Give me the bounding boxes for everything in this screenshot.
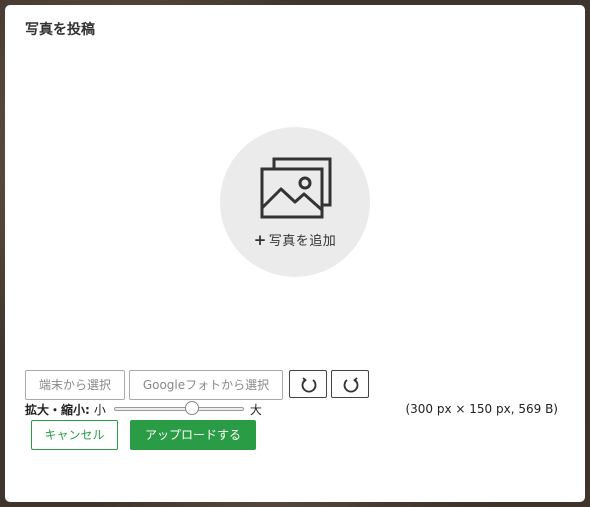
select-from-google-photos-button[interactable]: Googleフォトから選択 <box>129 370 283 400</box>
image-size-info: (300 px × 150 px, 569 B) <box>405 402 558 416</box>
add-photo-text: 写真を追加 <box>268 234 337 249</box>
dialog-title: 写真を投稿 <box>25 22 95 38</box>
plus-icon: + <box>253 231 267 249</box>
rotate-left-button[interactable] <box>289 370 327 398</box>
zoom-max-label: 大 <box>249 402 262 417</box>
rotate-right-icon <box>343 377 359 393</box>
zoom-slider[interactable] <box>113 401 244 417</box>
rotate-left-icon <box>301 377 317 393</box>
upload-photo-dialog: 写真を投稿 + 写真を追加 端末から選択 Googleフォトから選択 拡大・縮小:… <box>5 5 585 502</box>
select-from-device-button[interactable]: 端末から選択 <box>25 370 125 400</box>
rotate-right-button[interactable] <box>331 370 369 398</box>
zoom-control: 拡大・縮小: 小 大 <box>25 401 262 417</box>
upload-button[interactable]: アップロードする <box>130 420 256 450</box>
zoom-slider-thumb[interactable] <box>184 401 199 415</box>
cancel-button[interactable]: キャンセル <box>31 420 118 450</box>
add-photo-label: + 写真を追加 <box>220 230 370 249</box>
add-photo-dropzone[interactable]: + 写真を追加 <box>220 127 370 277</box>
photos-icon <box>260 157 332 219</box>
zoom-slider-track <box>113 407 244 411</box>
zoom-min-label: 小 <box>93 402 106 417</box>
zoom-label: 拡大・縮小: <box>25 402 90 417</box>
